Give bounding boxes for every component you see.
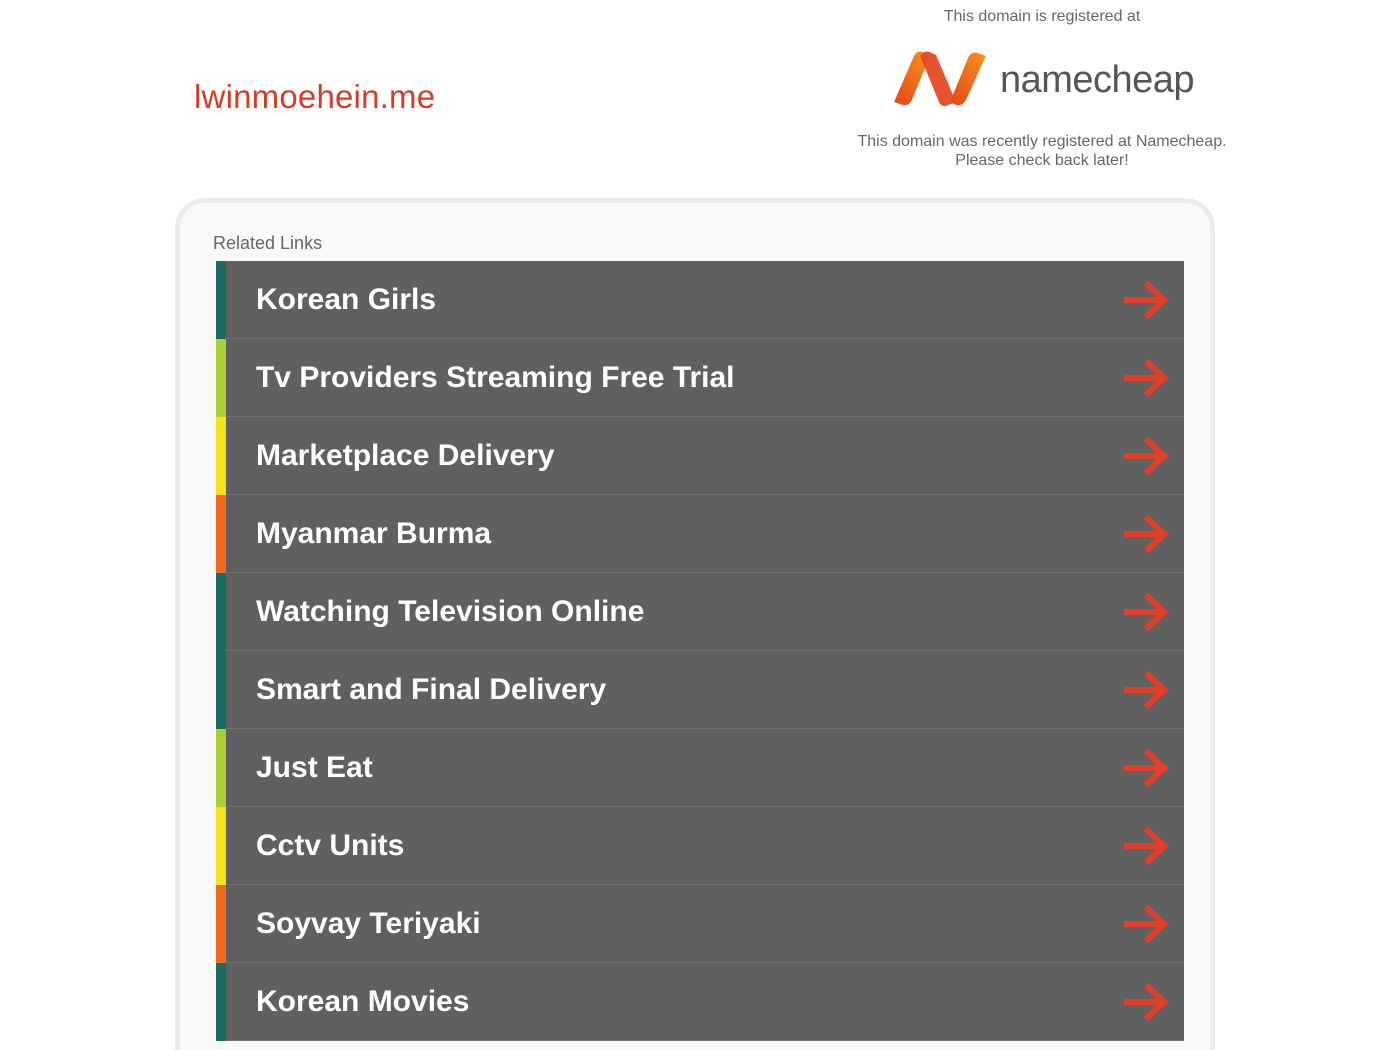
related-link-label: Cctv Units	[256, 829, 405, 862]
list-item: Korean Girls	[216, 261, 1184, 339]
related-link-label: Tv Providers Streaming Free Trial	[256, 361, 735, 394]
registration-notice: This domain was recently registered at N…	[842, 132, 1242, 170]
namecheap-n-icon	[890, 48, 990, 113]
registration-notice-line2: Please check back later!	[955, 152, 1129, 169]
row-color-stripe	[216, 807, 226, 885]
right-arrow-icon	[1123, 280, 1170, 320]
related-link-row[interactable]: Korean Girls	[216, 261, 1184, 339]
related-link-row[interactable]: Marketplace Delivery	[216, 417, 1184, 495]
list-item: Korean Movies	[216, 963, 1184, 1041]
row-color-stripe	[216, 573, 226, 651]
registered-at-text: This domain is registered at	[943, 8, 1141, 25]
registration-notice-line1: This domain was recently registered at N…	[857, 133, 1227, 150]
related-link-label: Korean Movies	[256, 985, 470, 1018]
right-arrow-icon	[1123, 748, 1170, 788]
list-item: Watching Television Online	[216, 573, 1184, 651]
row-color-stripe	[216, 417, 226, 495]
related-link-row[interactable]: Cctv Units	[216, 807, 1184, 885]
right-arrow-icon	[1123, 826, 1170, 866]
related-link-label: Smart and Final Delivery	[256, 673, 607, 706]
related-link-label: Korean Girls	[256, 283, 437, 316]
row-color-stripe	[216, 651, 226, 729]
related-link-row[interactable]: Myanmar Burma	[216, 495, 1184, 573]
right-arrow-icon	[1123, 358, 1170, 398]
row-color-stripe	[216, 339, 226, 417]
related-link-row[interactable]: Korean Movies	[216, 963, 1184, 1041]
row-color-stripe	[216, 885, 226, 963]
related-link-label: Marketplace Delivery	[256, 439, 555, 472]
right-arrow-icon	[1123, 982, 1170, 1022]
related-link-label: Watching Television Online	[256, 595, 645, 628]
related-link-row[interactable]: Smart and Final Delivery	[216, 651, 1184, 729]
related-link-label: Just Eat	[256, 751, 373, 784]
registrar-panel: This domain is registered at namecheap T…	[842, 6, 1242, 170]
related-link-row[interactable]: Tv Providers Streaming Free Trial	[216, 339, 1184, 417]
namecheap-wordmark: namecheap	[999, 58, 1195, 101]
list-item: Just Eat	[216, 729, 1184, 807]
parking-page: lwinmoehein.me This domain is registered…	[0, 0, 1400, 1050]
related-link-row[interactable]: Soyvay Teriyaki	[216, 885, 1184, 963]
related-link-row[interactable]: Watching Television Online	[216, 573, 1184, 651]
right-arrow-icon	[1123, 592, 1170, 632]
list-item: Myanmar Burma	[216, 495, 1184, 573]
domain-name-title: lwinmoehein.me	[194, 78, 436, 115]
row-color-stripe	[216, 495, 226, 573]
list-item: Cctv Units	[216, 807, 1184, 885]
row-color-stripe	[216, 729, 226, 807]
namecheap-logo[interactable]: namecheap	[862, 38, 1222, 122]
right-arrow-icon	[1123, 514, 1170, 554]
list-item: Tv Providers Streaming Free Trial	[216, 339, 1184, 417]
related-links-list: Korean Girls Tv Providers Streaming Free …	[216, 261, 1184, 1041]
right-arrow-icon	[1123, 436, 1170, 476]
right-arrow-icon	[1123, 670, 1170, 710]
related-link-row[interactable]: Just Eat	[216, 729, 1184, 807]
related-link-label: Myanmar Burma	[256, 517, 492, 550]
related-links-title: Related Links	[213, 233, 323, 253]
list-item: Marketplace Delivery	[216, 417, 1184, 495]
related-links-card: Related Links Korean Girls Tv Providers S…	[175, 198, 1215, 1050]
list-item: Soyvay Teriyaki	[216, 885, 1184, 963]
related-link-label: Soyvay Teriyaki	[256, 907, 481, 940]
right-arrow-icon	[1123, 904, 1170, 944]
row-color-stripe	[216, 261, 226, 339]
list-item: Smart and Final Delivery	[216, 651, 1184, 729]
row-color-stripe	[216, 963, 226, 1041]
